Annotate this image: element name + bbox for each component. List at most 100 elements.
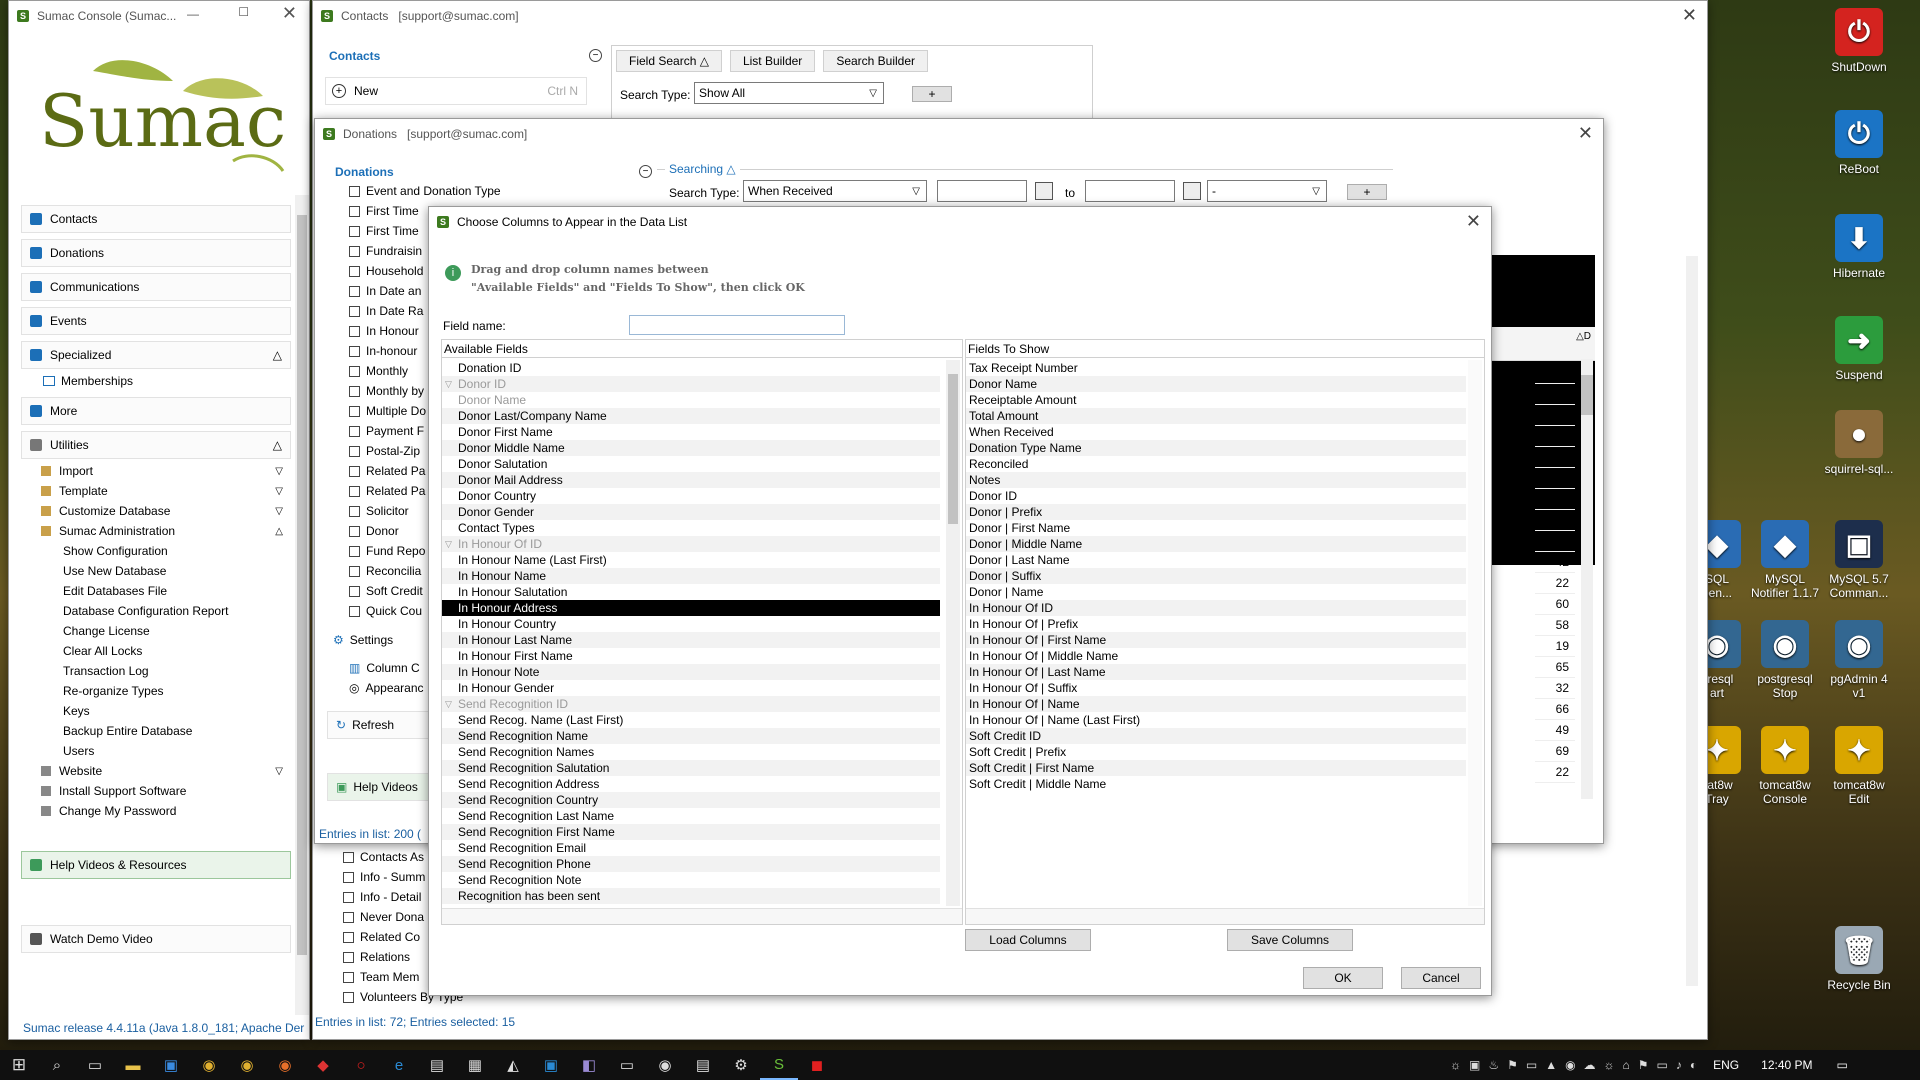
show-field-item[interactable]: In Honour Of | First Name: [966, 632, 1466, 648]
show-vscroll[interactable]: [1468, 360, 1482, 906]
searching-label[interactable]: Searching △: [665, 162, 740, 176]
contacts-search-type-select[interactable]: Show All ▽: [694, 82, 884, 104]
collapse-arrow-icon[interactable]: △: [273, 348, 282, 362]
table-cell[interactable]: 62: [1535, 426, 1575, 447]
show-field-item[interactable]: Total Amount: [966, 408, 1466, 424]
minimize-icon[interactable]: —: [187, 7, 199, 21]
fields-to-show-list[interactable]: Tax Receipt Number Donor Name Receiptable …: [966, 360, 1466, 906]
table-cell[interactable]: 57: [1535, 510, 1575, 531]
available-field-item[interactable]: Send Recognition Name: [442, 728, 940, 744]
available-field-item[interactable]: In Honour Salutation: [442, 584, 940, 600]
table-cell[interactable]: 22: [1535, 573, 1575, 594]
available-field-item[interactable]: Donor First Name: [442, 424, 940, 440]
available-field-item[interactable]: ▽ Send Recognition ID: [442, 696, 940, 712]
admin-item[interactable]: Backup Entire Database: [21, 721, 291, 741]
tree-collapse-icon[interactable]: ▽: [445, 376, 452, 392]
shutdown-icon[interactable]: ⏻ ShutDown: [1814, 8, 1904, 74]
help-videos-resources[interactable]: Help Videos & Resources: [21, 851, 291, 879]
available-field-item[interactable]: Donor Country: [442, 488, 940, 504]
table-cell[interactable]: 58: [1535, 615, 1575, 636]
available-field-item[interactable]: Send Recognition Last Name: [442, 808, 940, 824]
recycle-bin-icon[interactable]: 🗑 Recycle Bin: [1814, 926, 1904, 992]
table-cell[interactable]: 60: [1535, 594, 1575, 615]
show-field-item[interactable]: Donor Name: [966, 376, 1466, 392]
more-item[interactable]: Change My Password: [21, 801, 291, 821]
available-field-item[interactable]: Send Recognition Address: [442, 776, 940, 792]
search-icon[interactable]: ⌕: [38, 1050, 76, 1080]
available-fields-list[interactable]: Donation ID ▽ Donor ID Donor Name Donor Last…: [442, 360, 940, 906]
show-field-item[interactable]: Donor | Prefix: [966, 504, 1466, 520]
admin-item[interactable]: Transaction Log: [21, 661, 291, 681]
nav-utilities[interactable]: Utilities △: [21, 431, 291, 459]
admin-item[interactable]: Re-organize Types: [21, 681, 291, 701]
firefox-icon[interactable]: ◉: [266, 1050, 304, 1080]
admin-item[interactable]: Show Configuration: [21, 541, 291, 561]
outlook-icon[interactable]: ▣: [532, 1050, 570, 1080]
available-field-item[interactable]: Donor Gender: [442, 504, 940, 520]
settings-gear-icon[interactable]: ⚙: [722, 1050, 760, 1080]
close-icon[interactable]: ✕: [1682, 5, 1697, 26]
available-vscroll[interactable]: [946, 360, 960, 906]
calendar-icon[interactable]: [1035, 182, 1053, 200]
collapse-circle-icon[interactable]: −: [589, 49, 602, 62]
available-field-item[interactable]: In Honour Last Name: [442, 632, 940, 648]
utility-item[interactable]: Template ▽: [21, 481, 291, 501]
more-item[interactable]: Install Support Software: [21, 781, 291, 801]
utility-item[interactable]: Import ▽: [21, 461, 291, 481]
nav-memberships[interactable]: Memberships: [21, 371, 291, 391]
nav-communications[interactable]: Communications: [21, 273, 291, 301]
available-field-item[interactable]: In Honour Name: [442, 568, 940, 584]
pgadmin-taskbar-icon[interactable]: ◉: [646, 1050, 684, 1080]
contacts-new-button[interactable]: + New Ctrl N: [325, 77, 587, 105]
console-scrollbar[interactable]: [295, 195, 309, 1015]
opera-icon[interactable]: ○: [342, 1050, 380, 1080]
sort-arrow-icon[interactable]: △D: [1576, 331, 1591, 342]
console-titlebar[interactable]: S Sumac Console (Sumac... — ☐ ✕: [9, 1, 309, 31]
date-range-select[interactable]: - ▽: [1207, 180, 1327, 202]
start-icon[interactable]: ⊞: [0, 1050, 38, 1080]
available-field-item[interactable]: Send Recognition Country: [442, 792, 940, 808]
settings-section[interactable]: ⚙ Settings: [333, 633, 393, 647]
table-cell[interactable]: 42: [1535, 552, 1575, 573]
show-field-item[interactable]: Donor | Suffix: [966, 568, 1466, 584]
show-hscroll[interactable]: [966, 908, 1484, 924]
more-item[interactable]: Website ▽: [21, 761, 291, 781]
close-icon[interactable]: ✕: [282, 3, 297, 24]
admin-item[interactable]: Clear All Locks: [21, 641, 291, 661]
field-name-input[interactable]: [629, 315, 845, 335]
show-field-item[interactable]: When Received: [966, 424, 1466, 440]
available-field-item[interactable]: Donor Salutation: [442, 456, 940, 472]
admin-item[interactable]: Use New Database: [21, 561, 291, 581]
edge-icon[interactable]: e: [380, 1050, 418, 1080]
tree-collapse-icon[interactable]: ▽: [445, 696, 452, 712]
show-field-item[interactable]: Soft Credit | First Name: [966, 760, 1466, 776]
available-field-item[interactable]: In Honour Note: [442, 664, 940, 680]
available-field-item[interactable]: Send Recognition Phone: [442, 856, 940, 872]
save-columns-button[interactable]: Save Columns: [1227, 929, 1353, 951]
squirrel-sql-icon[interactable]: ● squirrel-sql...: [1814, 410, 1904, 476]
available-field-item[interactable]: In Honour Gender: [442, 680, 940, 696]
task-view-icon[interactable]: ▭: [76, 1050, 114, 1080]
terminal-icon[interactable]: ▭: [608, 1050, 646, 1080]
table-cell[interactable]: 51: [1535, 363, 1575, 384]
add-criteria-button[interactable]: +: [912, 86, 952, 102]
available-field-item[interactable]: Donor Middle Name: [442, 440, 940, 456]
table-cell[interactable]: 26: [1535, 468, 1575, 489]
show-field-item[interactable]: In Honour Of | Name (Last First): [966, 712, 1466, 728]
nav-donations[interactable]: Donations: [21, 239, 291, 267]
table-cell[interactable]: 54: [1535, 531, 1575, 552]
collapse-circle-icon[interactable]: −: [639, 165, 652, 178]
clock[interactable]: 12:40 PM: [1761, 1058, 1812, 1072]
table-cell[interactable]: 22: [1535, 762, 1575, 783]
maximize-icon[interactable]: ☐: [238, 5, 249, 19]
hibernate-icon[interactable]: ⬇ Hibernate: [1814, 214, 1904, 280]
pdf-icon[interactable]: ◼: [798, 1050, 836, 1080]
show-field-item[interactable]: Donor | Middle Name: [966, 536, 1466, 552]
available-field-item[interactable]: Donor Mail Address: [442, 472, 940, 488]
available-hscroll[interactable]: [442, 908, 962, 924]
show-field-item[interactable]: Soft Credit ID: [966, 728, 1466, 744]
calendar-icon[interactable]: [1183, 182, 1201, 200]
dialog-titlebar[interactable]: S Choose Columns to Appear in the Data L…: [429, 207, 1491, 237]
available-field-item[interactable]: In Honour Address: [442, 600, 940, 616]
pgadmin-icon[interactable]: ◉ pgAdmin 4 v1: [1814, 620, 1904, 700]
